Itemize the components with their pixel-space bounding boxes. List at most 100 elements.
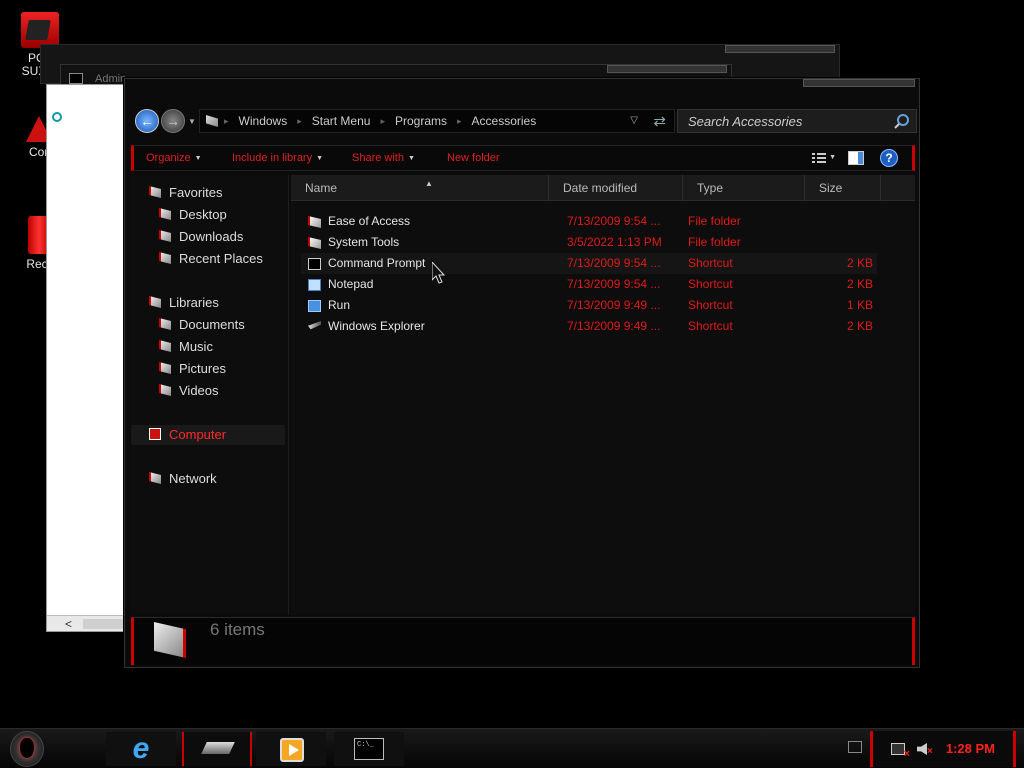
file-name: Notepad (328, 277, 374, 291)
column-header-name[interactable]: Name ▲ (291, 175, 549, 201)
window-caption-buttons[interactable] (725, 45, 835, 53)
file-date: 3/5/2022 1:13 PM (567, 235, 662, 249)
nav-libraries[interactable]: Libraries (149, 293, 219, 313)
nav-label: Documents (179, 317, 245, 332)
refresh-icon[interactable]: ⇄ (653, 112, 666, 130)
pictures-icon (159, 362, 171, 374)
new-folder-button[interactable]: New folder (447, 152, 500, 164)
muted-icon: × (927, 746, 933, 757)
file-row-command-prompt[interactable]: Command Prompt 7/13/2009 9:54 ... Shortc… (301, 253, 877, 274)
file-type: Shortcut (688, 298, 733, 312)
command-bar: Organize ▼ Include in library ▼ Share with… (131, 145, 915, 171)
preview-pane-icon[interactable] (848, 151, 864, 165)
clock[interactable]: 1:28 PM (946, 741, 995, 756)
red-folder-icon (21, 12, 59, 48)
item-count: 6 items (210, 620, 265, 639)
nav-documents[interactable]: Documents (159, 315, 245, 335)
downloads-icon (159, 230, 171, 242)
nav-music[interactable]: Music (159, 337, 213, 357)
forward-button[interactable]: → (161, 109, 185, 133)
horizontal-scrollbar[interactable]: < (47, 615, 125, 631)
file-row-ease-of-access[interactable]: Ease of Access 7/13/2009 9:54 ... File f… (301, 211, 877, 232)
breadcrumb-accessories[interactable]: Accessories (462, 114, 547, 128)
nav-videos[interactable]: Videos (159, 381, 219, 401)
taskbar-internet-explorer[interactable]: e (106, 732, 176, 766)
documents-icon (159, 318, 171, 330)
file-list: Name ▲ Date modified Type Size Ease of Ac… (291, 175, 915, 615)
volume-icon[interactable] (917, 743, 927, 755)
file-row-notepad[interactable]: Notepad 7/13/2009 9:54 ... Shortcut 2 KB (301, 274, 877, 295)
include-in-library-menu[interactable]: Include in library ▼ (232, 152, 323, 164)
column-header-date[interactable]: Date modified (549, 175, 683, 201)
taskbar-media-player[interactable] (256, 732, 326, 766)
recent-pages-dropdown[interactable]: ▼ (188, 117, 196, 126)
window-caption-buttons[interactable] (803, 79, 915, 87)
taskbar-command-prompt[interactable]: C:\_ (334, 732, 404, 766)
nav-network[interactable]: Network (149, 469, 217, 489)
chevron-down-icon: ▼ (407, 154, 415, 162)
computer-icon (149, 428, 161, 440)
navigation-bar: ← → ▼ ▸ Windows ▸ Start Menu ▸ Programs … (131, 107, 917, 141)
address-dropdown-icon[interactable]: ▽ (630, 115, 638, 126)
taskbar: e C:\_ × 1:28 PM (0, 728, 1024, 768)
organize-menu[interactable]: Organize ▼ (146, 152, 202, 164)
show-hidden-icons[interactable] (848, 741, 862, 753)
notepad-icon (308, 279, 321, 291)
file-name: Ease of Access (328, 214, 411, 228)
windows-explorer-icon (308, 321, 321, 330)
nav-desktop[interactable]: Desktop (159, 205, 227, 225)
breadcrumb-start-menu[interactable]: Start Menu (302, 114, 381, 128)
breadcrumb-programs[interactable]: Programs (385, 114, 457, 128)
command-prompt-icon: C:\_ (354, 738, 384, 760)
breadcrumb-windows[interactable]: Windows (229, 114, 298, 128)
videos-icon (159, 384, 171, 396)
nav-computer[interactable]: Computer (131, 425, 285, 445)
file-type: Shortcut (688, 319, 733, 333)
background-browser-window[interactable]: < (46, 84, 126, 632)
breadcrumb: ▸ Windows ▸ Start Menu ▸ Programs ▸ Acce… (224, 110, 546, 132)
navigation-pane: Favorites Desktop Downloads Recent Place… (131, 175, 289, 615)
network-icon (149, 472, 161, 484)
file-type: File folder (688, 235, 741, 249)
nav-label: Videos (179, 383, 219, 398)
nav-label: Music (179, 339, 213, 354)
back-button[interactable]: ← (135, 109, 159, 133)
scrollbar-thumb[interactable] (83, 619, 125, 629)
nav-recent-places[interactable]: Recent Places (159, 249, 263, 269)
help-icon[interactable]: ? (880, 149, 898, 167)
search-icon[interactable] (894, 113, 910, 129)
recent-places-icon (159, 252, 171, 264)
nav-downloads[interactable]: Downloads (159, 227, 243, 247)
file-row-windows-explorer[interactable]: Windows Explorer 7/13/2009 9:49 ... Shor… (301, 316, 877, 337)
file-name: Run (328, 298, 351, 312)
nav-favorites[interactable]: Favorites (149, 183, 222, 203)
nav-label: Favorites (169, 185, 223, 200)
column-header-type[interactable]: Type (683, 175, 805, 201)
nav-label: Pictures (179, 361, 226, 376)
file-row-run[interactable]: Run 7/13/2009 9:49 ... Shortcut 1 KB (301, 295, 877, 316)
file-type: Shortcut (688, 277, 733, 291)
share-with-menu[interactable]: Share with ▼ (352, 152, 415, 164)
network-status-icon[interactable] (891, 743, 910, 760)
nav-pictures[interactable]: Pictures (159, 359, 226, 379)
taskbar-devices[interactable] (182, 732, 252, 766)
chevron-down-icon: ▼ (194, 154, 202, 162)
file-row-system-tools[interactable]: System Tools 3/5/2022 1:13 PM File folde… (301, 232, 877, 253)
file-date: 7/13/2009 9:54 ... (567, 214, 661, 228)
window-caption-buttons[interactable] (607, 65, 727, 73)
start-button[interactable] (10, 731, 44, 767)
share-with-label: Share with (352, 152, 404, 164)
explorer-window[interactable]: ← → ▼ ▸ Windows ▸ Start Menu ▸ Programs … (124, 78, 920, 668)
file-name: Windows Explorer (328, 319, 425, 333)
column-header-size[interactable]: Size (805, 175, 881, 201)
device-icon (201, 742, 235, 754)
chevron-down-icon: ▼ (316, 154, 324, 162)
run-icon (308, 300, 321, 312)
file-size: 2 KB (846, 277, 873, 291)
chevron-down-icon[interactable]: ▼ (829, 154, 836, 161)
address-bar[interactable]: ▸ Windows ▸ Start Menu ▸ Programs ▸ Acce… (199, 109, 675, 133)
media-player-icon (280, 738, 304, 762)
scroll-left-icon[interactable]: < (65, 617, 72, 631)
change-view-icon[interactable] (812, 152, 826, 164)
search-input[interactable]: Search Accessories (677, 109, 917, 133)
